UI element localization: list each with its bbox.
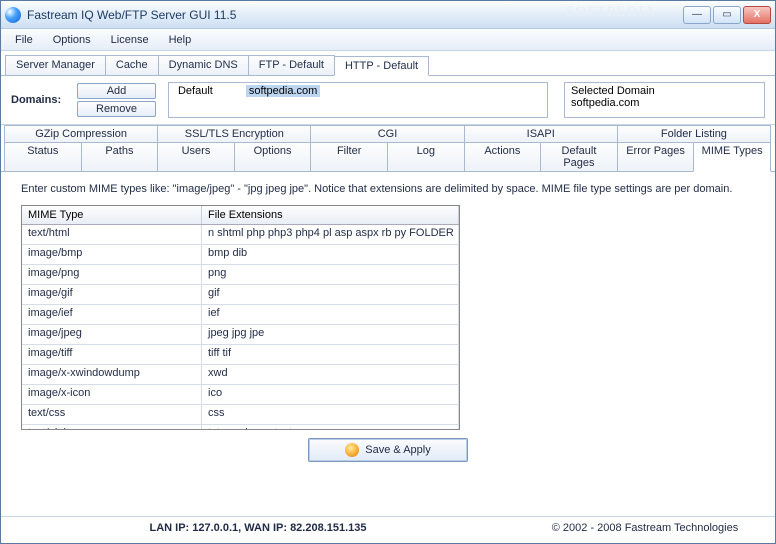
ext-cell[interactable]: jpeg jpg jpe [202,325,459,344]
mime-cell[interactable]: text/html [22,225,202,244]
grid-body[interactable]: text/htmln shtml php php3 php4 pl asp as… [22,225,459,429]
save-apply-icon [345,443,359,457]
table-row[interactable]: text/htmln shtml php php3 php4 pl asp as… [22,225,459,245]
tab-options[interactable]: Options [234,142,312,172]
ext-cell[interactable]: txt c cc h asc text [202,425,459,429]
add-domain-button[interactable]: Add [77,83,156,99]
tab-dynamic-dns[interactable]: Dynamic DNS [158,55,249,75]
close-button[interactable]: X [743,6,771,24]
main-tabs: Server Manager Cache Dynamic DNS FTP - D… [1,51,775,76]
app-icon [5,7,21,23]
content-pane: Enter custom MIME types like: "image/jpe… [1,171,775,516]
selected-domain-title: Selected Domain [571,85,758,97]
mime-cell[interactable]: image/jpeg [22,325,202,344]
selected-domain-value: softpedia.com [571,97,758,109]
save-apply-button[interactable]: Save & Apply [308,438,467,462]
watermark: SOFTPEDIA [566,4,656,21]
ext-cell[interactable]: css [202,405,459,424]
save-apply-label: Save & Apply [365,444,430,456]
tab-filter[interactable]: Filter [310,142,388,172]
intro-text: Enter custom MIME types like: "image/jpe… [21,182,755,197]
tab-log[interactable]: Log [387,142,465,172]
titlebar: Fastream IQ Web/FTP Server GUI 11.5 SOFT… [1,1,775,29]
mime-cell[interactable]: image/bmp [22,245,202,264]
domains-label: Domains: [11,94,71,106]
remove-domain-button[interactable]: Remove [77,101,156,117]
table-row[interactable]: image/pngpng [22,265,459,285]
col-file-ext[interactable]: File Extensions [202,206,459,224]
domain-row: Domains: Add Remove Default softpedia.co… [1,76,775,125]
tab-server-manager[interactable]: Server Manager [5,55,106,75]
table-row[interactable]: image/tifftiff tif [22,345,459,365]
mime-cell[interactable]: image/x-icon [22,385,202,404]
mime-cell[interactable]: text/plain [22,425,202,429]
domain-item-softpedia[interactable]: softpedia.com [246,85,320,97]
menubar: File Options License Help [1,29,775,51]
table-row[interactable]: text/plaintxt c cc h asc text [22,425,459,429]
mime-cell[interactable]: image/gif [22,285,202,304]
mime-cell[interactable]: text/css [22,405,202,424]
ext-cell[interactable]: gif [202,285,459,304]
ext-cell[interactable]: png [202,265,459,284]
ext-cell[interactable]: tiff tif [202,345,459,364]
table-row[interactable]: text/csscss [22,405,459,425]
tab-error-pages[interactable]: Error Pages [617,142,695,172]
ext-cell[interactable]: ico [202,385,459,404]
domain-list[interactable]: Default softpedia.com [168,82,548,118]
menu-file[interactable]: File [7,32,41,48]
mime-cell[interactable]: image/png [22,265,202,284]
minimize-button[interactable]: — [683,6,711,24]
menu-options[interactable]: Options [45,32,99,48]
tab-mime-types[interactable]: MIME Types [693,142,771,172]
domain-item-default[interactable]: Default [175,85,216,97]
table-row[interactable]: image/x-iconico [22,385,459,405]
tab-status[interactable]: Status [4,142,82,172]
table-row[interactable]: image/gifgif [22,285,459,305]
tab-cgi[interactable]: CGI [310,125,464,143]
selected-domain-box: Selected Domain softpedia.com [564,82,765,118]
status-lan-wan: LAN IP: 127.0.0.1, WAN IP: 82.208.151.13… [1,522,515,534]
status-copyright: © 2002 - 2008 Fastream Technologies [515,522,775,534]
tab-gzip[interactable]: GZip Compression [4,125,158,143]
maximize-button[interactable]: ▭ [713,6,741,24]
tab-ftp-default[interactable]: FTP - Default [248,55,335,75]
ext-cell[interactable]: xwd [202,365,459,384]
col-mime-type[interactable]: MIME Type [22,206,202,224]
tab-default-pages[interactable]: Default Pages [540,142,618,172]
mime-grid: MIME Type File Extensions text/htmln sht… [21,205,460,430]
table-row[interactable]: image/iefief [22,305,459,325]
table-row[interactable]: image/x-xwindowdumpxwd [22,365,459,385]
tab-paths[interactable]: Paths [81,142,159,172]
ext-cell[interactable]: n shtml php php3 php4 pl asp aspx rb py … [202,225,459,244]
statusbar: LAN IP: 127.0.0.1, WAN IP: 82.208.151.13… [1,516,775,543]
sub-tabs-top: GZip Compression SSL/TLS Encryption CGI … [5,125,771,143]
sub-tabs-bottom: Status Paths Users Options Filter Log Ac… [5,142,771,172]
tab-cache[interactable]: Cache [105,55,159,75]
ext-cell[interactable]: bmp dib [202,245,459,264]
tab-isapi[interactable]: ISAPI [464,125,618,143]
tab-folder-listing[interactable]: Folder Listing [617,125,771,143]
menu-license[interactable]: License [103,32,157,48]
table-row[interactable]: image/bmpbmp dib [22,245,459,265]
mime-cell[interactable]: image/ief [22,305,202,324]
mime-cell[interactable]: image/tiff [22,345,202,364]
mime-cell[interactable]: image/x-xwindowdump [22,365,202,384]
menu-help[interactable]: Help [161,32,200,48]
tab-users[interactable]: Users [157,142,235,172]
tab-http-default[interactable]: HTTP - Default [334,56,429,76]
tab-actions[interactable]: Actions [464,142,542,172]
table-row[interactable]: image/jpegjpeg jpg jpe [22,325,459,345]
tab-ssl[interactable]: SSL/TLS Encryption [157,125,311,143]
ext-cell[interactable]: ief [202,305,459,324]
